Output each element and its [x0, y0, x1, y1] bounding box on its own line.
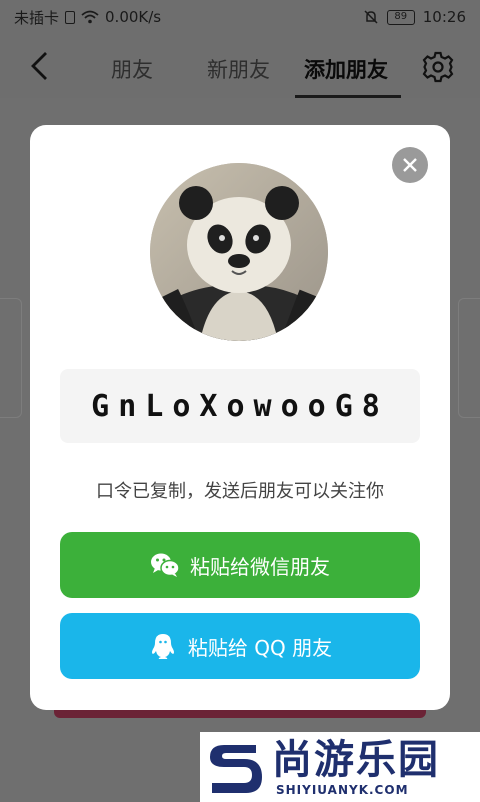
qq-icon [151, 634, 174, 659]
paste-to-wechat-label: 粘贴给微信朋友 [190, 554, 330, 579]
bell-off-icon [364, 10, 378, 24]
background-card-right [458, 298, 480, 418]
gear-icon[interactable] [421, 50, 455, 84]
top-nav: 朋友 新朋友 添加朋友 [0, 34, 480, 98]
watermark-title: 尚游乐园 [272, 737, 440, 783]
wifi-icon [81, 10, 99, 24]
close-icon [403, 158, 417, 172]
invite-code-box[interactable]: GnLoXowooG8 [60, 369, 420, 443]
tab-add-friends[interactable]: 添加朋友 [304, 54, 388, 84]
invite-code-dialog: GnLoXowooG8 口令已复制，发送后朋友可以关注你 粘贴给微信朋友 粘贴给… [30, 125, 450, 710]
avatar [150, 163, 328, 341]
tab-new-friends[interactable]: 新朋友 [207, 54, 270, 84]
paste-to-wechat-button[interactable]: 粘贴给微信朋友 [60, 532, 420, 598]
site-watermark: 尚游乐园 SHIYIUANYK.COM [200, 732, 480, 802]
status-right: 89 10:26 [363, 8, 466, 26]
network-speed: 0.00K/s [105, 8, 162, 26]
watermark-logo [210, 745, 262, 793]
watermark-url: SHIYIUANYK.COM [276, 783, 409, 797]
status-left: 未插卡 0.00K/s [14, 7, 161, 28]
status-bar: 未插卡 0.00K/s 89 10:26 [0, 0, 480, 34]
watermark-text: 尚游乐园 SHIYIUANYK.COM [272, 737, 440, 797]
tab-friends[interactable]: 朋友 [111, 54, 153, 84]
paste-to-qq-button[interactable]: 粘贴给 QQ 朋友 [60, 613, 420, 679]
panda-avatar-icon [150, 163, 328, 341]
back-arrow-icon[interactable] [26, 50, 54, 82]
clock: 10:26 [422, 8, 466, 26]
wechat-icon [151, 553, 180, 577]
close-button[interactable] [392, 147, 428, 183]
paste-to-qq-label: 粘贴给 QQ 朋友 [187, 635, 333, 660]
copied-hint: 口令已复制，发送后朋友可以关注你 [96, 481, 384, 502]
carrier-text: 未插卡 [14, 8, 60, 27]
background-card-left [0, 298, 22, 418]
battery-icon: 89 [386, 9, 415, 25]
sim-icon [65, 10, 76, 24]
